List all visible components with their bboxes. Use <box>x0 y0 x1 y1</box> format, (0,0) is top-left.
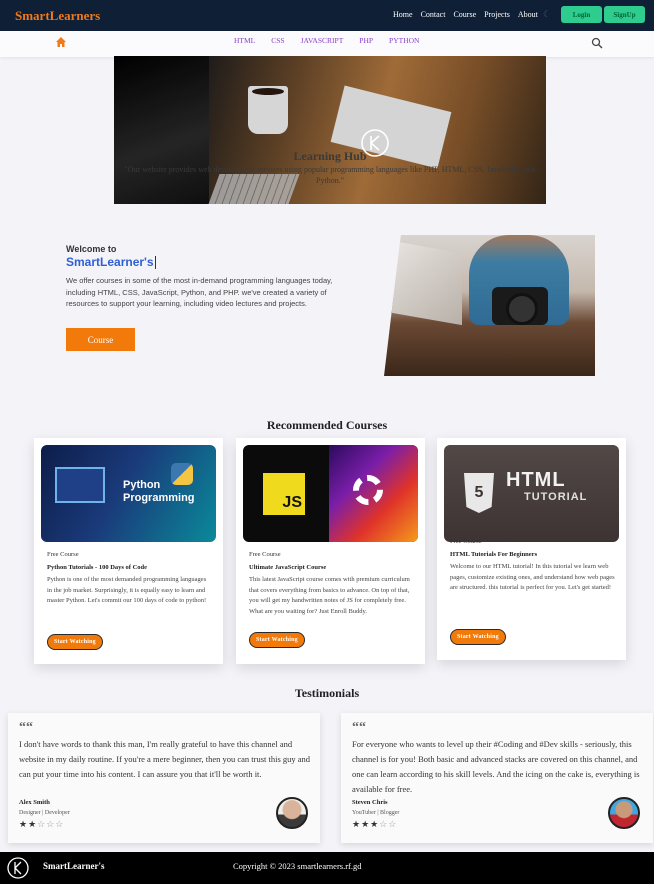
recommended-title: Recommended Courses <box>266 418 388 432</box>
login-button[interactable]: Login <box>561 6 602 23</box>
testimonial-name: Alex Smith <box>19 799 50 806</box>
html5-logo-icon: 5 <box>464 473 494 513</box>
course-tag: Free Course <box>249 551 281 558</box>
footer-brand: SmartLearner's <box>43 861 105 871</box>
start-watching-button[interactable]: Start Watching <box>47 634 103 650</box>
start-watching-button[interactable]: Start Watching <box>450 629 506 645</box>
avatar <box>608 797 640 829</box>
course-title: HTML Tutorials For Beginners <box>450 551 538 558</box>
welcome-image <box>384 235 595 376</box>
hero-banner: Learning Hub "Our website provides web d… <box>114 56 546 204</box>
course-card-python: Python Programming Free Course Python Tut… <box>34 438 223 664</box>
course-description: Python is one of the most demanded progr… <box>47 576 207 604</box>
course-description: This latest JavaScript course comes with… <box>249 576 410 615</box>
welcome-section: Welcome to SmartLearner's We offer cours… <box>66 244 336 310</box>
course-title: Python Tutorials - 100 Days of Code <box>47 564 148 571</box>
testimonial-role: Designer | Developer <box>19 810 70 816</box>
footer-copyright: Copyright © 2023 smartlearners.rf.gd <box>233 861 362 871</box>
welcome-heading: Welcome to <box>66 244 117 254</box>
course-image-javascript[interactable]: JS <box>243 445 418 542</box>
course-tag: Free Course <box>47 551 79 558</box>
testimonials-title: Testimonials <box>294 686 360 700</box>
subnav-php[interactable]: PHP <box>359 36 373 45</box>
signup-button[interactable]: SignUp <box>604 6 645 23</box>
top-nav-links: Home Contact Course Projects About <box>393 10 538 19</box>
nav-projects[interactable]: Projects <box>484 10 510 19</box>
star-rating: ★★☆☆☆ <box>19 819 65 829</box>
language-nav: HTML CSS JAVASCRIPT PHP PYTHON <box>234 36 419 45</box>
course-tag: Free Course <box>450 538 482 545</box>
subnav-css[interactable]: CSS <box>271 36 284 45</box>
subnav-html[interactable]: HTML <box>234 36 255 45</box>
course-description: Welcome to our HTML tutorial! In this tu… <box>450 563 615 591</box>
brand-logo[interactable]: SmartLearners <box>15 8 100 24</box>
welcome-description: We offer courses in some of the most in-… <box>66 276 333 309</box>
subnav-javascript[interactable]: JAVASCRIPT <box>301 36 344 45</box>
welcome-site-name: SmartLearner's <box>66 255 336 270</box>
testimonial-name: Steven Chris <box>352 799 388 806</box>
nav-about[interactable]: About <box>518 10 538 19</box>
course-image-python[interactable]: Python Programming <box>41 445 216 542</box>
nav-course[interactable]: Course <box>453 10 476 19</box>
footer: SmartLearner's Copyright © 2023 smartlea… <box>0 852 654 884</box>
welcome-name-text: SmartLearner's <box>66 255 154 269</box>
quote-icon: ““ <box>352 720 366 735</box>
course-button[interactable]: Course <box>66 328 135 351</box>
course-card-javascript: JS Free Course Ultimate JavaScript Cours… <box>236 438 425 664</box>
moon-icon[interactable]: ☾ <box>543 9 551 20</box>
testimonial-card: ““ I don't have words to thank this man,… <box>8 713 320 843</box>
quote-icon: ““ <box>19 720 33 735</box>
home-icon[interactable] <box>55 36 67 48</box>
typing-caret <box>154 256 156 270</box>
gear-icon <box>353 475 383 505</box>
logo-icon[interactable] <box>7 857 29 879</box>
tutorial-image-word: TUTORIAL <box>524 491 588 503</box>
nav-contact[interactable]: Contact <box>421 10 446 19</box>
programming-image-word: Programming <box>123 492 195 504</box>
nav-home[interactable]: Home <box>393 10 413 19</box>
hero-title: Learning Hub <box>293 149 367 163</box>
top-navbar: SmartLearners Home Contact Course Projec… <box>0 0 654 31</box>
testimonial-role: YouTuber | Blogger <box>352 810 400 816</box>
sub-navbar: HTML CSS JAVASCRIPT PHP PYTHON <box>0 31 654 57</box>
search-icon[interactable] <box>591 37 603 49</box>
html-image-word: HTML <box>506 469 566 491</box>
python-image-word: Python <box>123 479 161 491</box>
js-logo-icon: JS <box>263 473 305 515</box>
course-card-html: 5 HTML TUTORIAL Free Course HTML Tutoria… <box>437 438 626 660</box>
testimonial-text: I don't have words to thank this man, I'… <box>19 739 311 779</box>
testimonial-text: For everyone who wants to level up their… <box>352 739 640 794</box>
course-image-html[interactable]: 5 HTML TUTORIAL <box>444 445 619 542</box>
testimonial-card: ““ For everyone who wants to level up th… <box>341 713 653 843</box>
subnav-python[interactable]: PYTHON <box>389 36 419 45</box>
start-watching-button[interactable]: Start Watching <box>249 632 305 648</box>
hero-subtitle: "Our website provides web development se… <box>124 165 536 185</box>
avatar <box>276 797 308 829</box>
star-rating: ★★★☆☆ <box>352 819 398 829</box>
course-title: Ultimate JavaScript Course <box>249 564 327 571</box>
